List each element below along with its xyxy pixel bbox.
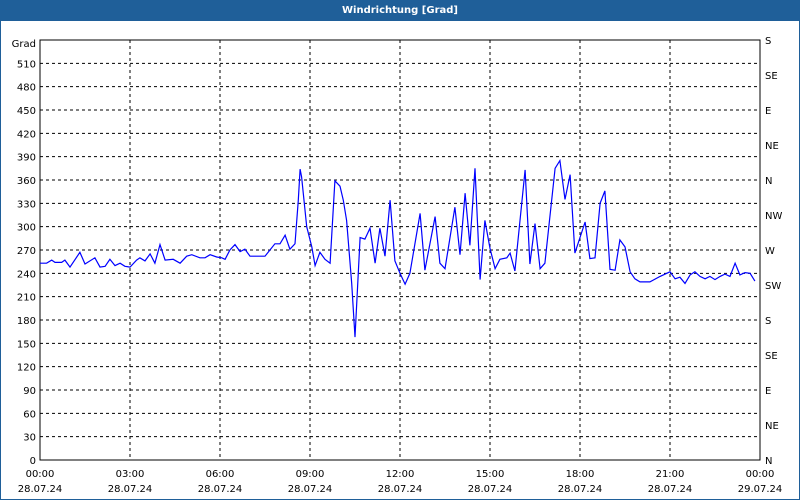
series-line-windrichtung [40,158,756,338]
x-tick-time: 09:00 [296,469,325,480]
y2-tick-label: E [765,386,771,397]
y2-tick-label: NW [765,211,782,222]
y-tick-label: 180 [17,316,36,327]
x-tick-time: 12:00 [386,469,415,480]
y-tick-label: 120 [17,363,36,374]
x-tick-time: 03:00 [116,469,145,480]
x-tick-time: 06:00 [206,469,235,480]
y-axis-label: Grad [12,39,36,50]
y2-tick-label: S [765,316,771,327]
y2-tick-label: NE [765,421,779,432]
y-tick-label: 150 [17,339,36,350]
y-tick-label: 270 [17,246,36,257]
y-tick-label: 450 [17,106,36,117]
x-tick-time: 00:00 [746,469,775,480]
y2-tick-label: W [765,246,775,257]
y2-tick-label: S [765,36,771,47]
y-tick-label: 510 [17,59,36,70]
y2-tick-label: N [765,176,772,187]
y2-tick-label: SE [765,71,778,82]
y-tick-label: 480 [17,83,36,94]
y-tick-label: 0 [30,456,36,467]
wind-direction-chart: 0 30 60 90 120 150 180 210 240 270 300 330 360 390 420… [12,36,783,495]
x-tick-date: 28.07.24 [468,484,513,495]
x-tick-date: 28.07.24 [558,484,603,495]
x-tick-date: 28.07.24 [18,484,63,495]
y-tick-label: 360 [17,176,36,187]
x-tick-date: 28.07.24 [378,484,423,495]
y-tick-label: 210 [17,293,36,304]
x-tick-time: 21:00 [656,469,685,480]
y2-tick-label: NE [765,141,779,152]
x-tick-date: 28.07.24 [198,484,243,495]
y-tick-label: 90 [23,386,36,397]
y-tick-label: 240 [17,269,36,280]
x-tick-date: 28.07.24 [648,484,693,495]
y-tick-label: 30 [23,433,36,444]
y2-tick-label: SE [765,351,778,362]
y2-tick-label: E [765,106,771,117]
y-tick-label: 300 [17,223,36,234]
x-tick-time: 18:00 [566,469,595,480]
y-tick-label: 390 [17,153,36,164]
y-tick-label: 60 [23,409,36,420]
x-tick-date: 28.07.24 [108,484,153,495]
y2-tick-label: N [765,456,772,467]
y-tick-label: 330 [17,199,36,210]
x-tick-time: 00:00 [26,469,55,480]
y2-tick-label: SW [765,281,781,292]
y-tick-label: 420 [17,129,36,140]
x-tick-time: 15:00 [476,469,505,480]
x-tick-date: 28.07.24 [288,484,333,495]
x-tick-date: 29.07.24 [738,484,783,495]
